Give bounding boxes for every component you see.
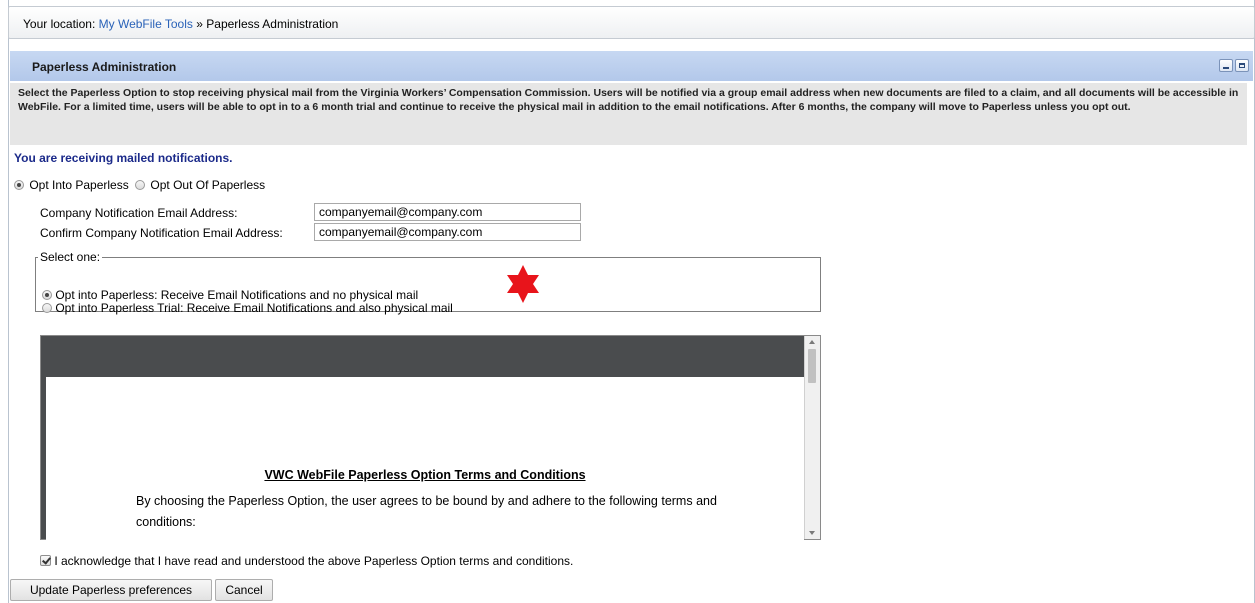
breadcrumb-current: Paperless Administration [206,17,339,31]
trial-radio[interactable] [42,303,52,313]
scroll-down-arrow-icon[interactable] [809,531,815,535]
cancel-button[interactable]: Cancel [215,579,273,601]
paperless-option-label[interactable]: Opt into Paperless: Receive Email Notifi… [55,288,418,302]
status-text: You are receiving mailed notifications. [14,151,233,165]
red-star-marker [507,265,539,303]
select-one-legend: Select one: [40,250,101,264]
panel-title: Paperless Administration [32,60,177,74]
breadcrumb: Your location: My WebFile Tools » Paperl… [8,6,1255,39]
paperless-radio[interactable] [42,290,52,300]
confirm-email-label: Confirm Company Notification Email Addre… [40,226,283,240]
terms-scrollbar[interactable] [804,336,820,539]
company-email-field[interactable] [314,203,581,221]
breadcrumb-separator: » [196,17,203,31]
minimize-button[interactable] [1219,59,1233,72]
breadcrumb-link-webfile-tools[interactable]: My WebFile Tools [99,17,193,31]
opt-in-label[interactable]: Opt Into Paperless [29,178,128,192]
terms-viewer[interactable]: VWC WebFile Paperless Option Terms and C… [40,335,821,541]
maximize-button[interactable] [1235,59,1249,72]
acknowledge-label[interactable]: I acknowledge that I have read and under… [54,554,573,568]
trial-option-label[interactable]: Opt into Paperless Trial: Receive Email … [55,301,453,315]
opt-out-radio[interactable] [135,180,146,190]
panel-description: Select the Paperless Option to stop rece… [10,83,1247,145]
select-option-paperless[interactable]: Opt into Paperless: Receive Email Notifi… [42,288,418,302]
terms-page: VWC WebFile Paperless Option Terms and C… [46,377,804,541]
acknowledge-row: I acknowledge that I have read and under… [40,554,573,568]
scroll-up-arrow-icon[interactable] [809,340,815,344]
select-one-group: Select one: Opt into Paperless: Receive … [35,250,821,315]
opt-out-label[interactable]: Opt Out Of Paperless [150,178,265,192]
breadcrumb-prefix: Your location: [23,17,96,31]
company-email-label: Company Notification Email Address: [40,206,238,220]
terms-title: VWC WebFile Paperless Option Terms and C… [264,468,586,482]
scroll-thumb[interactable] [808,349,816,383]
acknowledge-checkbox[interactable] [40,555,51,566]
paperless-option-group: Opt Into Paperless Opt Out Of Paperless [14,178,268,192]
confirm-email-field[interactable] [314,223,581,241]
select-option-trial[interactable]: Opt into Paperless Trial: Receive Email … [42,301,453,315]
update-preferences-button[interactable]: Update Paperless preferences [10,579,212,601]
terms-body: By choosing the Paperless Option, the us… [136,494,717,529]
panel-header: Paperless Administration [10,51,1253,81]
opt-in-radio[interactable] [14,180,24,190]
